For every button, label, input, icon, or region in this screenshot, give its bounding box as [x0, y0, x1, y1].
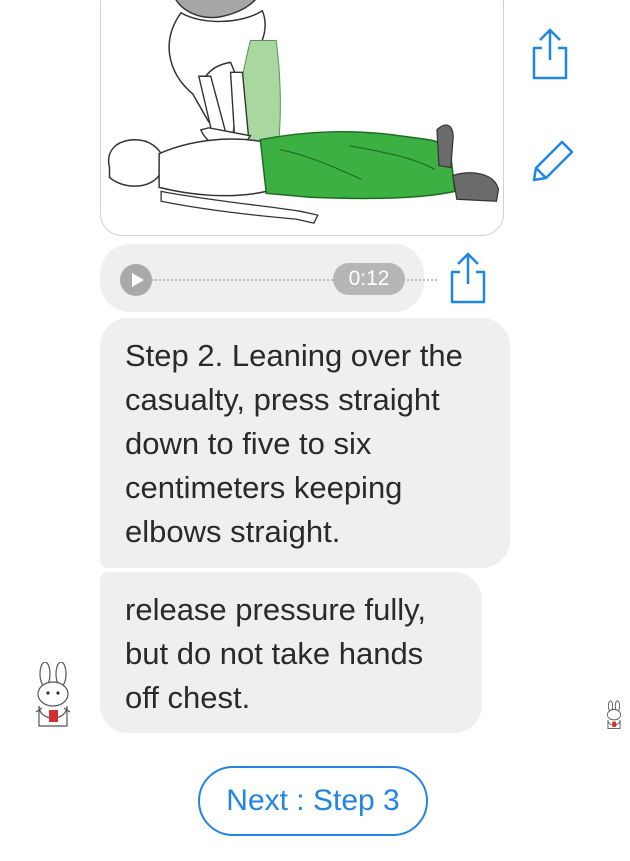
edit-icon[interactable]: [528, 138, 576, 186]
user-avatar-icon[interactable]: [604, 700, 624, 737]
share-icon[interactable]: [528, 26, 572, 82]
message-bubble: Step 2. Leaning over the casualty, press…: [100, 318, 510, 568]
play-icon[interactable]: [120, 264, 152, 296]
cpr-illustration: [107, 0, 500, 224]
next-step-button[interactable]: Next : Step 3: [198, 766, 428, 836]
audio-duration: 0:12: [333, 263, 405, 295]
chat-screen: 0:12 Step 2. Leaning over the casualty, …: [0, 0, 630, 861]
message-bubble: release pressure fully, but do not take …: [100, 572, 482, 733]
cpr-illustration-card[interactable]: [100, 0, 504, 236]
audio-share-icon[interactable]: [446, 250, 490, 306]
bot-avatar-icon[interactable]: [30, 661, 76, 737]
